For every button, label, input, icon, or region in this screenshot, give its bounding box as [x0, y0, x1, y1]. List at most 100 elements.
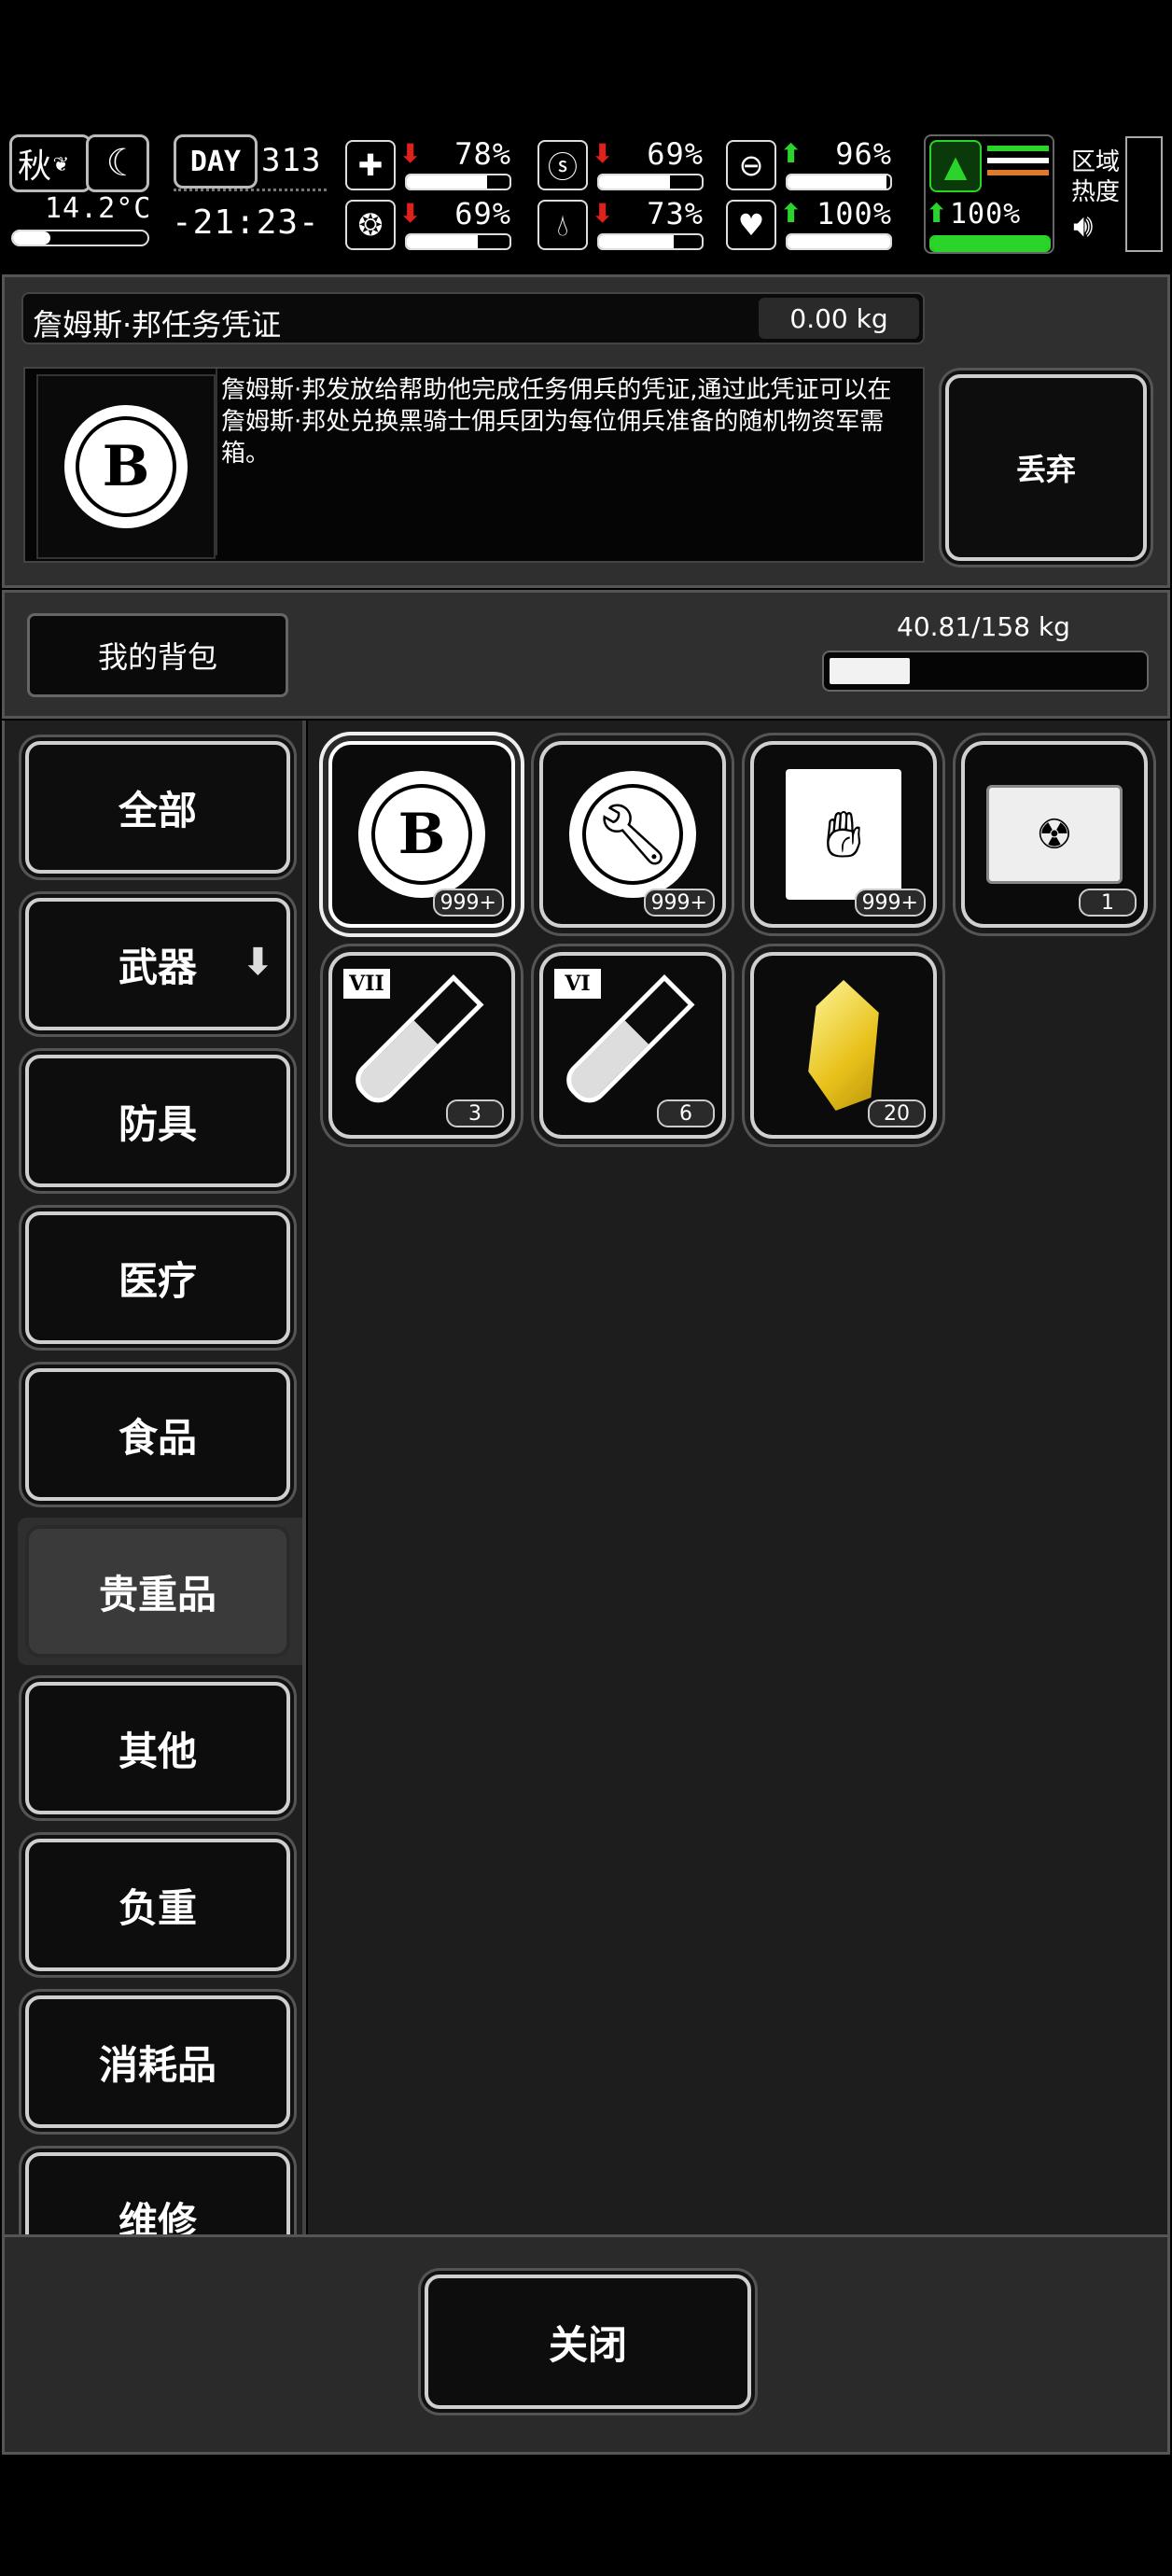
vital-bar	[405, 174, 511, 190]
water-drop-icon: 💧︎	[537, 200, 588, 250]
vital-stat: ⊖ ⬆ 96%	[717, 136, 903, 192]
boot-icon: ▲	[929, 140, 982, 192]
vital-bar	[786, 233, 892, 250]
backpack-capacity: 40.81/158 kg	[897, 611, 1070, 642]
zone-heat-label: 区域 热度	[1070, 148, 1120, 206]
down-arrow-icon: ⬇	[399, 138, 422, 169]
discard-button[interactable]: 丢弃	[945, 374, 1147, 561]
item-count-badge: 6	[657, 1099, 715, 1127]
status-bar: 秋 ❦ ☾ 14.2°C DAY 313 -21:23- ✚ ⬇ 78% ⓢ ⬇ 69% ⊖…	[0, 131, 1172, 261]
stamina-panel: ▲ ⬆ 100%	[924, 134, 1054, 254]
vital-value: 69%	[454, 196, 511, 231]
medkit-icon: ✚	[345, 140, 396, 190]
season-indicator: 秋 ❦	[9, 134, 91, 192]
temperature-label: 14.2°C	[45, 192, 152, 225]
inventory-slot[interactable]: VII 3	[328, 952, 515, 1139]
thermometer-icon	[11, 230, 149, 246]
item-count-badge: 999+	[432, 889, 504, 917]
category-label: 贵重品	[98, 1571, 216, 1617]
moon-icon: ☾	[86, 134, 149, 192]
item-description-box: B 詹姆斯·邦发放给帮助他完成任务佣兵的凭证,通过此凭证可以在詹姆斯·邦处兑换黑…	[23, 367, 925, 563]
category-tab[interactable]: 食品	[25, 1368, 290, 1501]
category-label: 全部	[118, 787, 197, 833]
stamina-up-arrow-icon: ⬆	[926, 198, 948, 229]
item-preview: B	[36, 374, 216, 559]
day-number: 313	[261, 142, 322, 179]
category-label: 维修	[118, 2198, 197, 2235]
zone-heat-gauge	[1125, 136, 1163, 252]
vital-stat: 💧︎ ⬇ 73%	[528, 196, 715, 252]
inventory-slot[interactable]: 20	[750, 952, 937, 1139]
up-arrow-icon: ⬆	[780, 198, 802, 229]
down-arrow-icon: ⬇	[592, 138, 614, 169]
tier-label: VI	[554, 969, 601, 999]
category-sidebar[interactable]: 全部武器 ⬇ 防具医疗食品贵重品其他负重消耗品维修	[2, 721, 306, 2234]
capacity-bar	[822, 651, 1149, 692]
day-label: DAY	[174, 134, 258, 189]
category-tab[interactable]: 维修	[25, 2152, 290, 2234]
vital-value: 73%	[647, 196, 704, 231]
tier-label: VII	[343, 969, 390, 999]
item-title-bar: 詹姆斯·邦任务凭证 0.00 kg	[21, 292, 925, 344]
category-tab[interactable]: 防具	[25, 1055, 290, 1187]
stomach-icon: ⓢ	[537, 140, 588, 190]
up-arrow-icon: ⬆	[780, 138, 802, 169]
item-weight: 0.00 kg	[759, 298, 919, 339]
vital-bar	[405, 233, 511, 250]
speaker-icon[interactable]: 🔊︎	[1073, 207, 1093, 245]
item-count-badge: 999+	[643, 889, 715, 917]
down-arrow-icon: ⬇	[399, 198, 422, 229]
capsule-icon: ⊖	[726, 140, 776, 190]
dropdown-arrow-icon: ⬇	[242, 941, 273, 984]
vital-stat: ♥ ⬆ 100%	[717, 196, 903, 252]
category-tab[interactable]: 武器 ⬇	[25, 898, 290, 1030]
inventory-slot[interactable]: VI 6	[539, 952, 726, 1139]
category-tab[interactable]: 全部	[25, 741, 290, 874]
category-label: 其他	[118, 1728, 197, 1774]
category-label: 防具	[118, 1100, 197, 1147]
item-grid: B 999+ 🔧︎ 999+ ✋︎ 999+ ☢ 1 VII 3 VI 6 20	[308, 721, 1170, 2234]
category-tab[interactable]: 负重	[25, 1839, 290, 1971]
inventory-slot[interactable]: 🔧︎ 999+	[539, 741, 726, 928]
leaf-icon: ❦	[53, 149, 68, 177]
heat-stripes-icon	[987, 146, 1049, 187]
close-button[interactable]: 关闭	[425, 2275, 751, 2409]
stamina-value: 100%	[950, 198, 1022, 231]
clock: -21:23-	[172, 203, 320, 242]
vital-stat: ✚ ⬇ 78%	[336, 136, 523, 192]
item-count-badge: 3	[446, 1099, 504, 1127]
item-count-badge: 1	[1079, 889, 1137, 917]
backpack-header: 我的背包 40.81/158 kg	[2, 590, 1170, 719]
stamina-bar	[929, 235, 1051, 252]
day-divider	[174, 189, 327, 199]
vital-stat: ⓢ ⬇ 69%	[528, 136, 715, 192]
down-arrow-icon: ⬇	[592, 198, 614, 229]
backpack-label: 我的背包	[27, 613, 288, 697]
vital-stat: ❂ ⬇ 69%	[336, 196, 523, 252]
season-label: 秋	[18, 147, 52, 186]
category-label: 武器	[118, 944, 197, 990]
item-description: 詹姆斯·邦发放给帮助他完成任务佣兵的凭证,通过此凭证可以在詹姆斯·邦处兑换黑骑士…	[216, 369, 917, 555]
vital-bar	[597, 233, 704, 250]
item-detail-panel: 詹姆斯·邦任务凭证 0.00 kg B 詹姆斯·邦发放给帮助他完成任务佣兵的凭证…	[2, 274, 1170, 588]
category-label: 医疗	[118, 1257, 197, 1304]
inventory-slot[interactable]: ☢ 1	[961, 741, 1148, 928]
heart-icon: ♥	[726, 200, 776, 250]
category-tab[interactable]: 消耗品	[25, 1995, 290, 2128]
category-tab[interactable]: 贵重品	[25, 1525, 290, 1658]
brain-icon: ❂	[345, 200, 396, 250]
category-label: 食品	[118, 1414, 197, 1461]
b-coin-icon: B	[64, 405, 188, 528]
category-label: 负重	[118, 1884, 197, 1931]
inventory-slot[interactable]: ✋︎ 999+	[750, 741, 937, 928]
item-count-badge: 20	[868, 1099, 926, 1127]
inventory-slot[interactable]: B 999+	[328, 741, 515, 928]
category-label: 消耗品	[98, 2041, 216, 2088]
vitals-grid: ✚ ⬇ 78% ⓢ ⬇ 69% ⊖ ⬆ 96% ❂ ⬇ 69% 💧︎ ⬇ 73% ♥ ⬆ 100%	[336, 131, 914, 261]
footer-panel: 关闭	[2, 2234, 1170, 2455]
vital-value: 78%	[454, 136, 511, 172]
vital-bar	[786, 174, 892, 190]
vital-value: 69%	[647, 136, 704, 172]
category-tab[interactable]: 其他	[25, 1682, 290, 1814]
category-tab[interactable]: 医疗	[25, 1211, 290, 1344]
